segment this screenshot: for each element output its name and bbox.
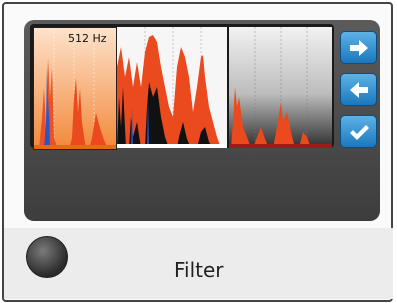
- frequency-label: 512 Hz: [68, 32, 107, 45]
- round-button[interactable]: [26, 236, 68, 278]
- arrow-right-icon: [349, 39, 368, 56]
- back-button[interactable]: [340, 73, 377, 106]
- spectrum-screen: 512 Hz: [30, 24, 334, 150]
- selection-indicator-2: [117, 144, 227, 148]
- spectrum-panel-3[interactable]: [229, 27, 332, 148]
- spectrum-panel-1[interactable]: 512 Hz: [33, 27, 117, 150]
- selection-indicator-1: [34, 145, 116, 149]
- confirm-button[interactable]: [340, 115, 377, 148]
- spectrum-panel-2[interactable]: [117, 27, 227, 148]
- next-button[interactable]: [340, 31, 377, 64]
- arrow-left-icon: [349, 81, 368, 98]
- filter-label: Filter: [174, 258, 224, 282]
- selection-indicator-3: [229, 144, 332, 148]
- checkmark-icon: [349, 124, 369, 140]
